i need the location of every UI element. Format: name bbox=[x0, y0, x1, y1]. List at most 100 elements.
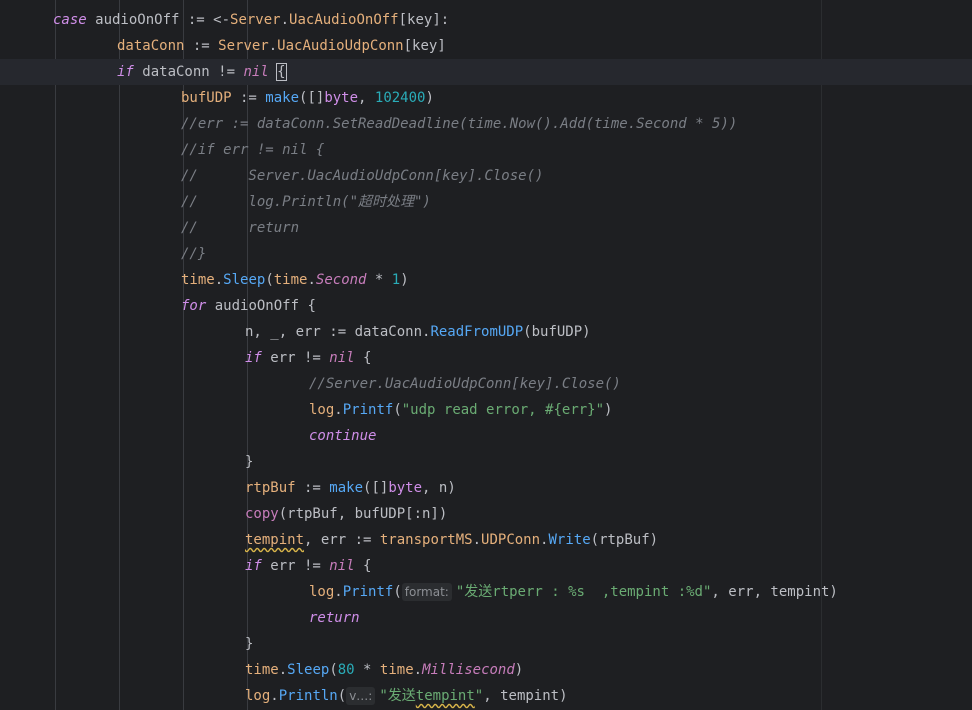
code-token: 1 bbox=[391, 272, 401, 288]
parameter-hint: v…: bbox=[346, 687, 376, 705]
code-token: . bbox=[472, 532, 482, 548]
code-token: for bbox=[181, 298, 207, 314]
code-text: for audioOnOff { bbox=[181, 293, 316, 319]
code-token: continue bbox=[309, 428, 377, 444]
code-token: "发送 bbox=[379, 688, 416, 704]
code-token: //Server.UacAudioUdpConn[key].Close() bbox=[309, 376, 621, 392]
code-text: return bbox=[309, 605, 360, 631]
code-token: (bufUDP) bbox=[523, 324, 591, 340]
code-line[interactable]: time.Sleep(80 * time.Millisecond) bbox=[0, 657, 972, 683]
code-token: bufUDP bbox=[181, 90, 232, 106]
code-text: } bbox=[245, 449, 253, 475]
code-line[interactable]: for audioOnOff { bbox=[0, 293, 972, 319]
code-line[interactable]: // return bbox=[0, 215, 972, 241]
code-token: UacAudioOnOff bbox=[289, 12, 399, 28]
code-line[interactable]: //if err != nil { bbox=[0, 137, 972, 163]
code-text: } bbox=[245, 631, 253, 657]
code-token: , tempint) bbox=[483, 688, 568, 704]
code-line[interactable]: if err != nil { bbox=[0, 553, 972, 579]
code-line[interactable]: n, _, err := dataConn.ReadFromUDP(bufUDP… bbox=[0, 319, 972, 345]
code-line[interactable]: log.Printf(format: "发送rtperr : %s ,tempin… bbox=[0, 579, 972, 605]
code-line[interactable]: time.Sleep(time.Second * 1) bbox=[0, 267, 972, 293]
code-text: //} bbox=[181, 241, 206, 267]
code-line[interactable]: // Server.UacAudioUdpConn[key].Close() bbox=[0, 163, 972, 189]
code-token: := bbox=[184, 38, 219, 54]
code-token: "发送rtperr : %s ,tempint :%d" bbox=[455, 584, 712, 600]
code-token: ) bbox=[425, 90, 434, 106]
code-line[interactable]: copy(rtpBuf, bufUDP[:n]) bbox=[0, 501, 972, 527]
code-line[interactable]: } bbox=[0, 631, 972, 657]
parameter-hint: format: bbox=[401, 583, 452, 601]
code-text: if err != nil { bbox=[245, 553, 371, 579]
code-line[interactable]: log.Println(v…: "发送tempint", tempint) bbox=[0, 683, 972, 709]
code-token: Second bbox=[315, 272, 367, 288]
code-token: Write bbox=[548, 532, 591, 548]
code-text: log.Println(v…: "发送tempint", tempint) bbox=[245, 683, 568, 709]
code-token: (rtpBuf) bbox=[590, 532, 659, 548]
code-token: Printf bbox=[342, 402, 394, 418]
code-token: * bbox=[366, 272, 392, 288]
code-token: transportMS bbox=[379, 532, 473, 548]
code-line[interactable]: } bbox=[0, 449, 972, 475]
code-token: make bbox=[329, 480, 364, 496]
code-token: 102400 bbox=[374, 90, 426, 106]
code-token: case bbox=[53, 12, 87, 28]
code-line[interactable]: //Server.UacAudioUdpConn[key].Close() bbox=[0, 371, 972, 397]
code-token: tempint bbox=[245, 532, 305, 548]
code-line[interactable]: //} bbox=[0, 241, 972, 267]
code-token: ) bbox=[604, 402, 613, 418]
code-line[interactable]: log.Printf("udp read error, #{err}") bbox=[0, 397, 972, 423]
code-token: . bbox=[270, 688, 279, 704]
code-token: := bbox=[231, 90, 266, 106]
code-text: copy(rtpBuf, bufUDP[:n]) bbox=[245, 501, 447, 527]
code-token: ([] bbox=[363, 480, 389, 496]
code-token: nil bbox=[329, 558, 355, 574]
code-line[interactable]: if dataConn != nil { bbox=[0, 59, 972, 85]
code-text: case audioOnOff := <-Server.UacAudioOnOf… bbox=[53, 7, 449, 33]
code-token: { bbox=[354, 558, 372, 574]
code-token: , err, tempint) bbox=[711, 584, 838, 600]
code-text: //if err != nil { bbox=[181, 137, 324, 163]
code-token: } bbox=[245, 454, 254, 470]
code-token: return bbox=[309, 610, 360, 626]
code-text: if dataConn != nil { bbox=[117, 59, 287, 85]
code-token: , err := bbox=[304, 532, 380, 548]
code-token: ( bbox=[265, 272, 274, 288]
code-line[interactable]: rtpBuf := make([]byte, n) bbox=[0, 475, 972, 501]
code-line[interactable]: //err := dataConn.SetReadDeadline(time.N… bbox=[0, 111, 972, 137]
code-line[interactable]: return bbox=[0, 605, 972, 631]
code-token: ) bbox=[514, 662, 524, 678]
code-token: " bbox=[474, 688, 484, 704]
code-token: dataConn != bbox=[133, 64, 244, 80]
code-text: continue bbox=[309, 423, 376, 449]
code-line[interactable]: case audioOnOff := <-Server.UacAudioOnOf… bbox=[0, 7, 972, 33]
code-token: ( bbox=[329, 662, 338, 678]
code-line[interactable]: tempint, err := transportMS.UDPConn.Writ… bbox=[0, 527, 972, 553]
code-text: // log.Println("超时处理") bbox=[181, 189, 431, 215]
code-token: . bbox=[413, 662, 423, 678]
code-line[interactable]: bufUDP := make([]byte, 102400) bbox=[0, 85, 972, 111]
code-token: . bbox=[334, 584, 343, 600]
code-token: ( bbox=[337, 688, 347, 704]
code-token: tempint bbox=[415, 688, 475, 704]
code-token: Sleep bbox=[223, 272, 266, 288]
code-token: nil bbox=[243, 64, 269, 80]
code-line[interactable]: if err != nil { bbox=[0, 345, 972, 371]
code-line[interactable]: continue bbox=[0, 423, 972, 449]
code-token: Println bbox=[278, 688, 338, 704]
code-token: . bbox=[307, 272, 316, 288]
code-text: time.Sleep(80 * time.Millisecond) bbox=[245, 657, 523, 683]
code-token: audioOnOff := <- bbox=[86, 12, 231, 28]
code-token: . bbox=[334, 402, 343, 418]
code-token: Server bbox=[218, 38, 269, 54]
code-token: byte bbox=[388, 480, 423, 496]
code-line[interactable]: // log.Println("超时处理") bbox=[0, 189, 972, 215]
code-line[interactable]: dataConn := Server.UacAudioUdpConn[key] bbox=[0, 33, 972, 59]
code-token: Sleep bbox=[287, 662, 330, 678]
code-token: . bbox=[278, 662, 288, 678]
code-text: log.Printf("udp read error, #{err}") bbox=[309, 397, 612, 423]
code-editor[interactable]: case audioOnOff := <- Server. UacAudioOnOf… bbox=[0, 0, 972, 710]
code-token: ) bbox=[400, 272, 409, 288]
code-token: byte bbox=[324, 90, 359, 106]
